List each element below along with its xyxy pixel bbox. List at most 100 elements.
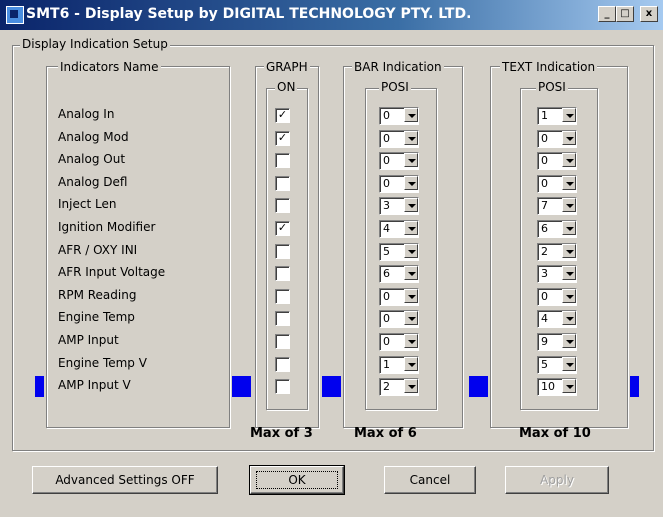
text-posi-select[interactable]: 0 <box>537 152 577 171</box>
dropdown-arrow-icon[interactable] <box>404 108 418 122</box>
bar-posi-select[interactable]: 0 <box>379 174 419 193</box>
graph-checkbox[interactable] <box>275 288 290 304</box>
graph-checkbox[interactable]: ✓ <box>275 221 290 236</box>
text-posi-value: 0 <box>541 131 548 145</box>
dropdown-arrow-icon[interactable] <box>562 175 576 190</box>
indicator-name: Analog In <box>58 107 115 121</box>
bar-posi-value: 0 <box>383 289 390 303</box>
dropdown-arrow-icon[interactable] <box>404 356 418 371</box>
advanced-settings-button[interactable]: Advanced Settings OFF <box>32 466 218 494</box>
graph-checkbox[interactable] <box>275 379 290 395</box>
bar-posi-select[interactable]: 2 <box>379 378 419 397</box>
dropdown-arrow-icon[interactable] <box>562 356 576 371</box>
ok-button[interactable]: OK <box>249 465 345 495</box>
indicator-name: AFR / OXY INI <box>58 242 138 257</box>
dropdown-arrow-icon[interactable] <box>404 243 418 258</box>
graph-checkbox[interactable] <box>275 266 290 282</box>
dropdown-arrow-icon[interactable] <box>404 198 418 213</box>
text-posi-select[interactable]: 0 <box>537 287 577 306</box>
bar-posi-select[interactable]: 0 <box>379 152 419 171</box>
text-posi-select[interactable]: 9 <box>537 333 577 351</box>
close-button[interactable]: x <box>640 6 658 22</box>
dropdown-arrow-icon[interactable] <box>404 266 418 281</box>
indicator-name: Analog Out <box>58 152 126 167</box>
text-posi-select[interactable]: 1 <box>537 107 577 125</box>
bar-posi-select[interactable]: 6 <box>379 265 419 284</box>
bar-posi-select[interactable]: 0 <box>379 333 419 351</box>
bar-posi-select[interactable]: 5 <box>379 242 419 261</box>
dropdown-arrow-icon[interactable] <box>562 288 576 303</box>
dropdown-arrow-icon[interactable] <box>562 243 576 258</box>
dropdown-arrow-icon[interactable] <box>562 153 576 168</box>
bar-posi-value: 0 <box>383 176 390 190</box>
dropdown-arrow-icon[interactable] <box>404 311 418 326</box>
dropdown-arrow-icon[interactable] <box>562 198 576 213</box>
text-marker[interactable] <box>469 376 488 397</box>
bar-posi-select[interactable]: 0 <box>379 310 419 329</box>
dropdown-arrow-icon[interactable] <box>404 175 418 190</box>
indicator-name: Analog Defl <box>58 174 128 189</box>
dropdown-arrow-icon[interactable] <box>562 266 576 281</box>
indicator-name: AMP Input V <box>58 378 131 393</box>
bar-posi-value: 0 <box>383 154 390 168</box>
indicator-name: Analog Mod <box>58 129 129 144</box>
indicator-name: AFR Input Voltage <box>58 265 166 280</box>
text-posi-select[interactable]: 4 <box>537 310 577 329</box>
bar-posi-select[interactable]: 1 <box>379 355 419 374</box>
bar-posi-select[interactable]: 0 <box>379 129 419 148</box>
graph-checkbox[interactable] <box>275 153 290 169</box>
graph-checkbox[interactable]: ✓ <box>275 130 290 146</box>
graph-checkbox[interactable] <box>275 175 290 191</box>
bar-posi-select[interactable]: 3 <box>379 197 419 216</box>
cancel-button[interactable]: Cancel <box>384 466 476 494</box>
dropdown-arrow-icon[interactable] <box>404 153 418 168</box>
scroll-marker-right[interactable] <box>630 376 639 397</box>
dropdown-arrow-icon[interactable] <box>404 130 418 145</box>
app-icon <box>6 6 24 24</box>
graph-marker[interactable] <box>232 376 251 397</box>
indicator-name: RPM Reading <box>58 287 137 302</box>
check-icon: ✓ <box>277 221 288 234</box>
text-posi-select[interactable]: 2 <box>537 242 577 261</box>
bar-posi-select[interactable]: 0 <box>379 107 419 125</box>
graph-on-label: ON <box>275 80 298 94</box>
dropdown-arrow-icon[interactable] <box>562 379 576 394</box>
graph-checkbox[interactable] <box>275 356 290 372</box>
bar-posi-select[interactable]: 4 <box>379 220 419 238</box>
text-posi-select[interactable]: 10 <box>537 378 577 397</box>
dropdown-arrow-icon[interactable] <box>404 221 418 235</box>
text-posi-select[interactable]: 3 <box>537 265 577 284</box>
bar-marker[interactable] <box>322 376 341 397</box>
dropdown-arrow-icon[interactable] <box>562 130 576 145</box>
indicator-name: Ignition Modifier <box>58 220 156 234</box>
graph-checkbox[interactable] <box>275 198 290 214</box>
title-bar[interactable]: SMT6 - Display Setup by DIGITAL TECHNOLO… <box>0 0 663 30</box>
dropdown-arrow-icon[interactable] <box>404 288 418 303</box>
bar-posi-select[interactable]: 0 <box>379 287 419 306</box>
graph-checkbox[interactable] <box>275 334 290 349</box>
bar-posi-value: 0 <box>383 109 390 122</box>
text-posi-value: 1 <box>541 109 548 122</box>
dropdown-arrow-icon[interactable] <box>562 311 576 326</box>
dropdown-arrow-icon[interactable] <box>562 334 576 348</box>
dropdown-arrow-icon[interactable] <box>562 221 576 235</box>
scroll-marker-left[interactable] <box>35 376 44 397</box>
text-posi-value: 0 <box>541 176 548 190</box>
indicator-name: Engine Temp <box>58 310 135 325</box>
text-posi-select[interactable]: 7 <box>537 197 577 216</box>
graph-checkbox[interactable] <box>275 311 290 327</box>
minimize-button[interactable]: _ <box>598 6 616 22</box>
bar-posi-label: POSI <box>379 80 411 94</box>
dropdown-arrow-icon[interactable] <box>404 334 418 348</box>
dropdown-arrow-icon[interactable] <box>404 379 418 394</box>
text-posi-select[interactable]: 0 <box>537 174 577 193</box>
maximize-button[interactable]: □ <box>616 6 634 22</box>
graph-checkbox[interactable] <box>275 243 290 259</box>
text-posi-select[interactable]: 5 <box>537 355 577 374</box>
text-posi-select[interactable]: 6 <box>537 220 577 238</box>
graph-checkbox[interactable]: ✓ <box>275 108 290 123</box>
dropdown-arrow-icon[interactable] <box>562 108 576 122</box>
text-posi-select[interactable]: 0 <box>537 129 577 148</box>
apply-button[interactable]: Apply <box>505 466 609 494</box>
bar-posi-value: 3 <box>383 199 390 213</box>
